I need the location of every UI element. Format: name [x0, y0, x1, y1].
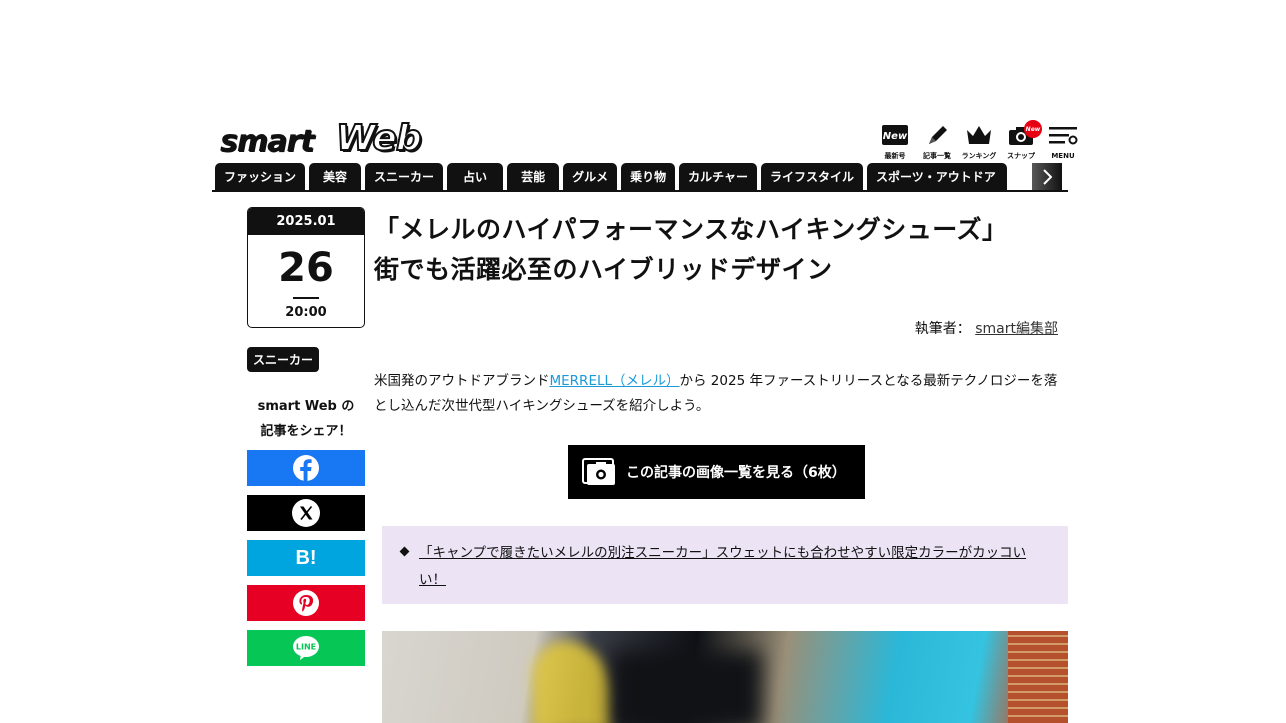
snap-link[interactable]: New スナップ — [1004, 120, 1042, 160]
author-link[interactable]: smart編集部 — [975, 321, 1058, 337]
article-title-line2: 街でも活躍必至のハイブリッドデザイン — [374, 255, 833, 284]
nav-tab-vehicles[interactable]: 乗り物 — [621, 163, 676, 190]
logo-web-text: Web — [335, 117, 423, 160]
date-divider — [293, 297, 319, 299]
new-issue-icon: New — [882, 125, 908, 145]
lead-text-before: 米国発のアウトドアブランド — [374, 373, 550, 389]
nav-tab-lifestyle[interactable]: ライフスタイル — [761, 163, 864, 190]
snap-label: スナップ — [1007, 152, 1035, 160]
nav-tab-fortune[interactable]: 占い — [447, 163, 504, 190]
article-title-line1: 「メレルのハイパフォーマンスなハイキングシューズ」 — [374, 215, 1008, 244]
crown-icon — [967, 126, 991, 144]
share-hatena-button[interactable]: B! — [247, 540, 365, 576]
author-label: 執筆者： — [914, 321, 971, 337]
menu-search-icon — [1049, 127, 1078, 145]
share-heading-line1: smart Web の — [257, 399, 355, 414]
logo-smart-text: smart — [220, 124, 314, 159]
image-gallery-label: この記事の画像一覧を見る（6枚） — [626, 465, 846, 481]
pen-icon — [929, 126, 947, 144]
related-article-link[interactable]: 「キャンプで履きたいメレルの別注スニーカー」スウェットにも合わせやすい限定カラー… — [419, 540, 1046, 594]
utility-nav: New 最新号 記事一覧 ランキング New スナップ MENU — [878, 120, 1080, 160]
category-nav: ファッション 美容 スニーカー 占い 芸能 グルメ 乗り物 カルチャー ライフス… — [212, 162, 1068, 192]
latest-issue-link[interactable]: New 最新号 — [878, 122, 912, 160]
menu-label: MENU — [1051, 152, 1075, 160]
share-facebook-button[interactable] — [247, 450, 365, 486]
share-pinterest-button[interactable] — [247, 585, 365, 621]
x-icon — [292, 499, 320, 527]
author-byline: 執筆者： smart編集部 — [915, 318, 1058, 338]
share-heading-line2: 記事をシェア！ — [260, 424, 352, 439]
hatena-bookmark-icon: B! — [295, 546, 317, 569]
article-hero-image — [382, 631, 1068, 723]
ranking-link[interactable]: ランキング — [962, 122, 996, 160]
nav-tab-culture[interactable]: カルチャー — [679, 163, 757, 190]
image-gallery-button[interactable]: この記事の画像一覧を見る（6枚） — [568, 445, 865, 499]
nav-tab-entertainment[interactable]: 芸能 — [507, 163, 560, 190]
nav-tab-sports-outdoor[interactable]: スポーツ・アウトドア — [867, 163, 1008, 190]
article-list-label: 記事一覧 — [923, 152, 951, 160]
site-logo[interactable]: smart Web — [220, 117, 423, 162]
nav-next-button[interactable] — [1032, 163, 1062, 190]
chevron-right-icon — [1043, 168, 1052, 185]
photo-gallery-icon — [582, 458, 615, 485]
related-article-box: 「キャンプで履きたいメレルの別注スニーカー」スウェットにも合わせやすい限定カラー… — [382, 526, 1068, 604]
share-heading: smart Web の 記事をシェア！ — [247, 394, 365, 444]
article-title: 「メレルのハイパフォーマンスなハイキングシューズ」 街でも活躍必至のハイブリッド… — [374, 210, 1064, 290]
article-lead: 米国発のアウトドアブランドMERRELL（メレル）から 2025 年ファーストリ… — [374, 369, 1060, 419]
line-icon: LINE — [293, 636, 319, 660]
publish-date-box: 2025.01 26 20:00 — [247, 207, 365, 328]
facebook-icon — [293, 455, 319, 481]
brand-link[interactable]: MERRELL（メレル） — [550, 373, 680, 389]
nav-tab-fashion[interactable]: ファッション — [215, 163, 306, 190]
nav-tab-sneakers[interactable]: スニーカー — [365, 163, 444, 190]
ranking-label: ランキング — [961, 152, 997, 160]
snap-new-badge: New — [1024, 120, 1042, 138]
share-line-button[interactable]: LINE — [247, 630, 365, 666]
publish-year-month: 2025.01 — [248, 208, 364, 235]
publish-time: 20:00 — [285, 305, 327, 320]
share-x-button[interactable] — [247, 495, 365, 531]
pinterest-icon — [293, 590, 319, 616]
publish-day: 26 — [278, 245, 334, 291]
line-icon-label: LINE — [296, 643, 316, 652]
svg-text:New: New — [883, 131, 908, 142]
bullet-diamond-icon — [399, 546, 410, 557]
article-list-link[interactable]: 記事一覧 — [920, 122, 954, 160]
category-badge[interactable]: スニーカー — [247, 347, 320, 372]
latest-issue-label: 最新号 — [884, 152, 906, 160]
nav-tab-beauty[interactable]: 美容 — [309, 163, 362, 190]
menu-button[interactable]: MENU — [1046, 122, 1080, 160]
nav-tab-gourmet[interactable]: グルメ — [563, 163, 618, 190]
